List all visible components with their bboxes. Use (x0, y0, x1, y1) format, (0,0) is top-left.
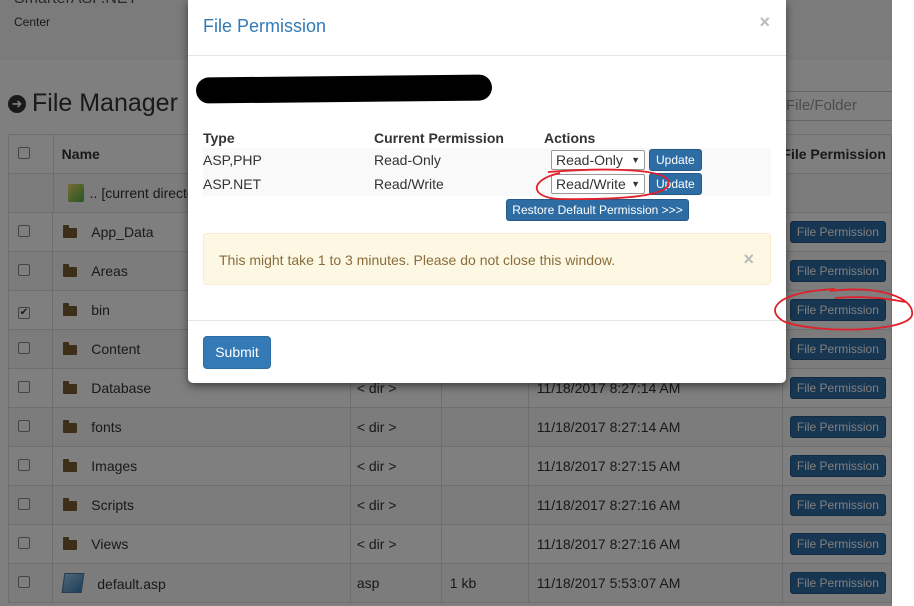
permission-type: ASP.NET (203, 176, 262, 192)
permission-type: ASP,PHP (203, 152, 262, 168)
redacted-scribble (195, 74, 493, 104)
alert-close-icon[interactable]: × (743, 249, 754, 270)
current-permission: Read/Write (374, 176, 444, 192)
type-column-header: Type (203, 130, 235, 146)
permission-row-asp-net: ASP.NET Read/Write Read/Write ▼ Update (203, 172, 771, 196)
file-permission-dialog: File Permission × Type Current Permissio… (188, 0, 786, 383)
dialog-footer (188, 320, 786, 384)
update-button[interactable]: Update (649, 173, 702, 195)
current-permission: Read-Only (374, 152, 441, 168)
caret-down-icon: ▼ (631, 179, 640, 189)
permission-select[interactable]: Read/Write ▼ (551, 174, 645, 194)
alert-message: This might take 1 to 3 minutes. Please d… (219, 252, 616, 268)
restore-default-permission-button[interactable]: Restore Default Permission >>> (506, 199, 689, 221)
permission-table-header: Type Current Permission Actions (203, 126, 771, 150)
caret-down-icon: ▼ (631, 155, 640, 165)
permission-select[interactable]: Read-Only ▼ (551, 150, 645, 170)
dialog-header: File Permission × (188, 0, 786, 56)
update-button[interactable]: Update (649, 149, 702, 171)
permission-row-asp-php: ASP,PHP Read-Only Read-Only ▼ Update (203, 148, 771, 172)
warning-alert: This might take 1 to 3 minutes. Please d… (203, 233, 771, 285)
current-permission-column-header: Current Permission (374, 130, 504, 146)
actions-column-header: Actions (544, 130, 596, 146)
dialog-title: File Permission (203, 16, 327, 36)
close-icon[interactable]: × (759, 12, 770, 33)
submit-button[interactable]: Submit (203, 336, 271, 369)
